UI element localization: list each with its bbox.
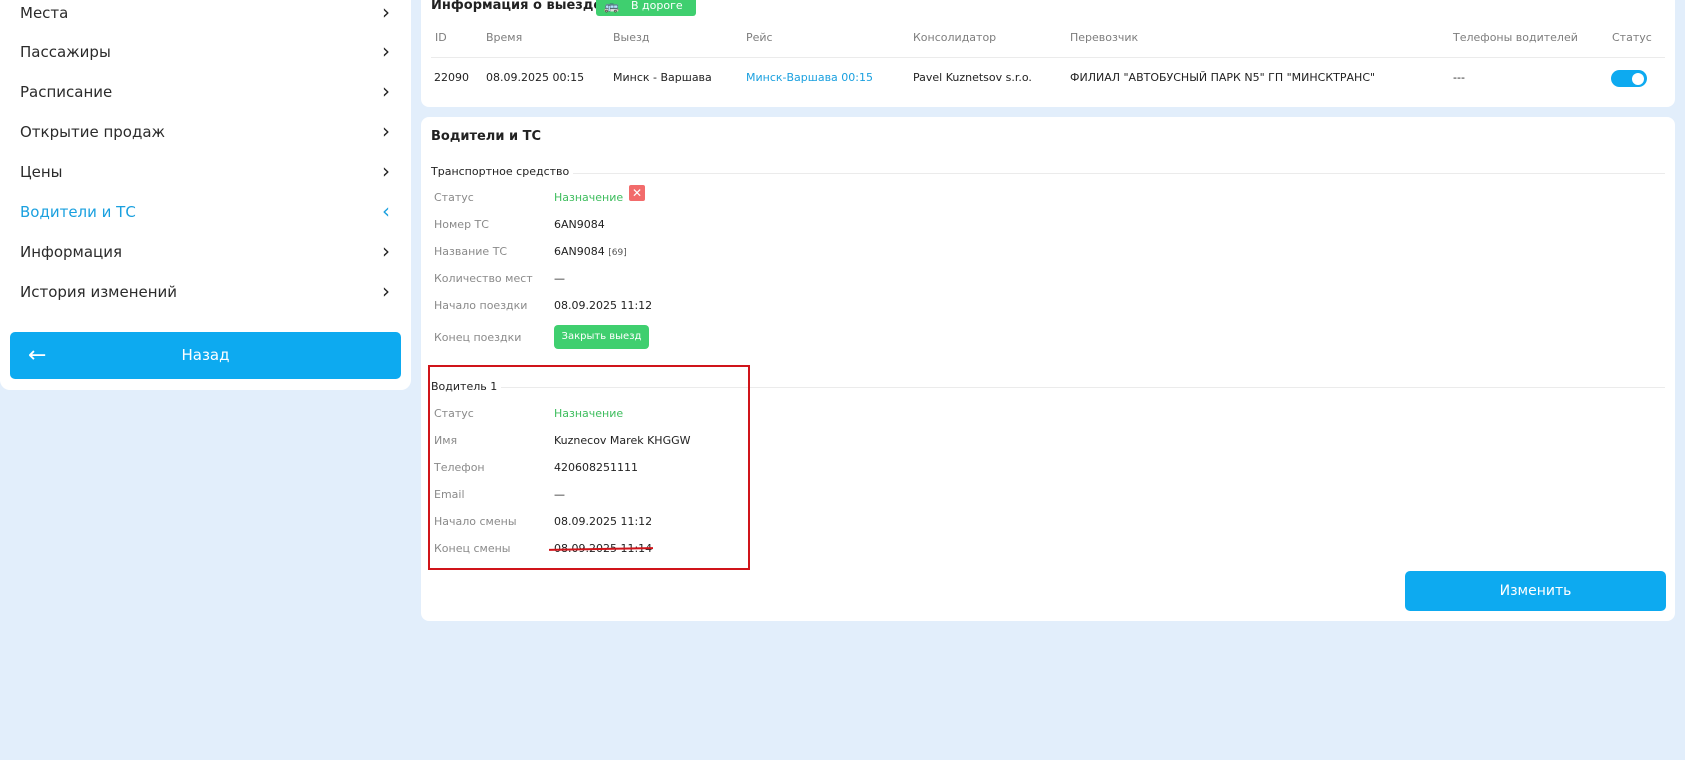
trip-end-label: Конец поездки <box>434 331 522 344</box>
toggle-knob <box>1632 72 1644 85</box>
chevron-right-icon: › <box>382 39 390 63</box>
trip-start-label: Начало поездки <box>434 299 528 312</box>
column-header-driver-phones: Телефоны водителей <box>1453 31 1578 44</box>
cell-id: 22090 <box>434 71 469 84</box>
chevron-right-icon: › <box>382 159 390 183</box>
sidebar-item-label: Открытие продаж <box>20 123 166 141</box>
column-header-time: Время <box>486 31 523 44</box>
column-header-departure: Выезд <box>613 31 650 44</box>
highlight-annotation-box <box>428 365 750 570</box>
status-badge-label: В дороге <box>631 0 683 12</box>
sidebar-item-label: Расписание <box>20 83 113 101</box>
sidebar-item-change-history[interactable]: История изменений › <box>20 280 390 304</box>
cell-consolidator: Pavel Kuznetsov s.r.o. <box>913 71 1032 84</box>
vehicle-status-label: Статус <box>434 191 474 204</box>
sidebar-item-seats[interactable]: Места › <box>20 1 390 25</box>
bus-icon: 🚌 <box>604 0 619 13</box>
sidebar-item-prices[interactable]: Цены › <box>20 160 390 184</box>
sidebar-item-information[interactable]: Информация › <box>20 240 390 264</box>
chevron-left-icon: ‹ <box>382 199 390 223</box>
drivers-vehicles-card: Водители и ТС Транспортное средство Стат… <box>421 117 1675 621</box>
chevron-right-icon: › <box>382 0 390 24</box>
vehicle-name-text: 6AN9084 <box>554 245 605 258</box>
sidebar-item-label: Водители и ТС <box>20 203 136 221</box>
cell-departure: Минск - Варшава <box>613 71 712 84</box>
close-trip-button[interactable]: Закрыть выезд <box>554 325 649 349</box>
edit-button[interactable]: Изменить <box>1405 571 1666 611</box>
sidebar-item-label: Цены <box>20 163 63 181</box>
vehicle-seats-label: Количество мест <box>434 272 533 285</box>
back-button[interactable]: ← Назад <box>10 332 401 379</box>
sidebar-item-label: Места <box>20 4 69 22</box>
column-header-consolidator: Консолидатор <box>913 31 997 44</box>
close-icon[interactable]: ✕ <box>629 185 645 201</box>
back-button-label: Назад <box>181 346 230 364</box>
chevron-right-icon: › <box>382 279 390 303</box>
vehicle-name-label: Название ТС <box>434 245 508 258</box>
column-header-carrier: Перевозчик <box>1070 31 1139 44</box>
cell-carrier: ФИЛИАЛ "АВТОБУСНЫЙ ПАРК N5" ГП "МИНСКТРА… <box>1070 71 1376 84</box>
sidebar: Места › Пассажиры › Расписание › Открыти… <box>0 0 411 390</box>
vehicle-seats-value: — <box>554 272 565 285</box>
trip-start-value: 08.09.2025 11:12 <box>554 299 653 312</box>
sidebar-item-sales-opening[interactable]: Открытие продаж › <box>20 120 390 144</box>
chevron-right-icon: › <box>382 79 390 103</box>
status-badge: 🚌 В дороге <box>596 0 696 16</box>
sidebar-item-drivers-vehicles[interactable]: Водители и ТС ‹ <box>20 200 390 224</box>
drivers-vehicles-title: Водители и ТС <box>431 129 541 144</box>
sidebar-item-passengers[interactable]: Пассажиры › <box>20 40 390 64</box>
status-toggle[interactable] <box>1611 70 1647 87</box>
column-header-route: Рейс <box>746 31 773 44</box>
column-header-status: Статус <box>1612 31 1652 44</box>
section-divider <box>431 173 1665 174</box>
route-link[interactable]: Минск-Варшава 00:15 <box>746 71 873 84</box>
vehicle-number-value: 6AN9084 <box>554 218 605 231</box>
chevron-right-icon: › <box>382 119 390 143</box>
sidebar-item-label: Пассажиры <box>20 43 111 61</box>
cell-driver-phones: --- <box>1453 71 1465 84</box>
sidebar-item-label: Информация <box>20 243 123 261</box>
vehicle-section-title: Транспортное средство <box>431 165 574 178</box>
trip-info-title: Информация о выезде <box>431 0 603 13</box>
sidebar-item-label: История изменений <box>20 283 178 301</box>
column-header-id: ID <box>435 31 447 44</box>
table-header-divider <box>431 57 1665 58</box>
chevron-right-icon: › <box>382 239 390 263</box>
vehicle-name-value: 6AN9084 [69] <box>554 245 627 258</box>
vehicle-name-suffix: [69] <box>608 248 627 258</box>
cell-time: 08.09.2025 00:15 <box>486 71 585 84</box>
sidebar-item-schedule[interactable]: Расписание › <box>20 80 390 104</box>
vehicle-status-value: Назначение <box>554 191 624 204</box>
trip-info-card: Информация о выезде 🚌 В дороге ID Время … <box>421 0 1675 107</box>
vehicle-number-label: Номер ТС <box>434 218 489 231</box>
